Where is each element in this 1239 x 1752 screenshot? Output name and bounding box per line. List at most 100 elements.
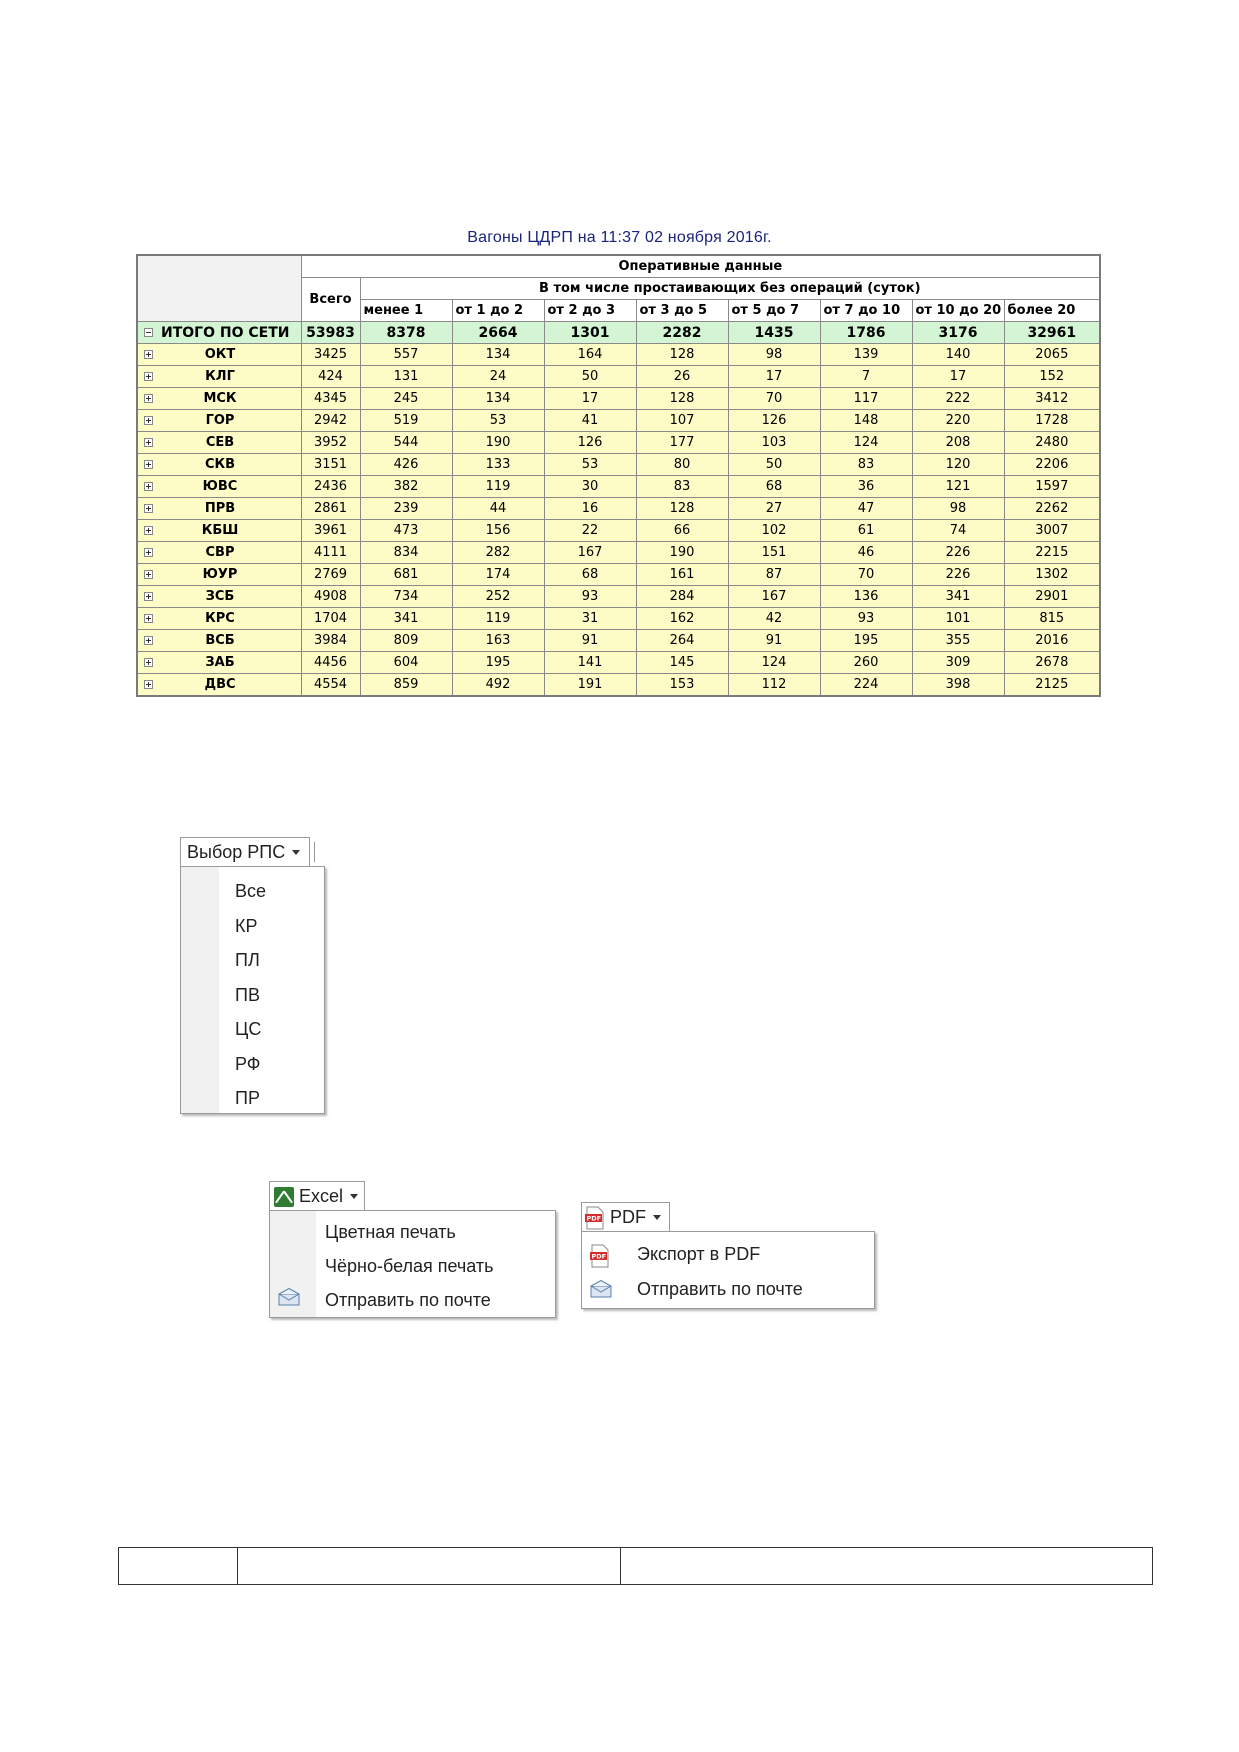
row-header: ОКТ <box>136 343 302 366</box>
table-cell: 32961 <box>1003 321 1101 344</box>
table-cell: 22 <box>543 519 637 542</box>
expand-icon[interactable] <box>144 548 153 557</box>
row-header: КРС <box>136 607 302 630</box>
row-label: СКВ <box>204 457 236 472</box>
excel-color-print-item[interactable]: Цветная печать <box>325 1222 456 1243</box>
table-row: МСК 4345 245 134 17 128 70 117 222 3412 <box>136 387 1101 410</box>
svg-text:PDF: PDF <box>587 1214 602 1222</box>
table-row: ОКТ 3425 557 134 164 128 98 139 140 2065 <box>136 343 1101 366</box>
table-cell: 557 <box>359 343 453 366</box>
expand-icon[interactable] <box>144 372 153 381</box>
excel-bw-print-item[interactable]: Чёрно-белая печать <box>325 1256 494 1277</box>
table-cell: 47 <box>819 497 913 520</box>
table-cell: 208 <box>911 431 1005 454</box>
table-cell: 834 <box>359 541 453 564</box>
table-cell: 145 <box>635 651 729 674</box>
rps-option[interactable]: ПВ <box>235 985 260 1006</box>
table-cell: 2678 <box>1003 651 1101 674</box>
rps-option[interactable]: Все <box>235 881 266 902</box>
table-cell: 2942 <box>300 409 361 432</box>
table-cell: 36 <box>819 475 913 498</box>
table-cell: 2065 <box>1003 343 1101 366</box>
table-cell: 3952 <box>300 431 361 454</box>
table-cell: 226 <box>911 563 1005 586</box>
table-cell: 3425 <box>300 343 361 366</box>
table-cell: 492 <box>451 673 545 697</box>
table-cell: 161 <box>635 563 729 586</box>
expand-icon[interactable] <box>144 460 153 469</box>
row-label: ИТОГО ПО СЕТИ <box>161 324 290 341</box>
rps-option[interactable]: ПР <box>235 1088 260 1109</box>
table-cell: 519 <box>359 409 453 432</box>
table-cell: 117 <box>819 387 913 410</box>
excel-send-mail-item[interactable]: Отправить по почте <box>325 1290 491 1311</box>
table-cell: 164 <box>543 343 637 366</box>
expand-icon[interactable] <box>144 394 153 403</box>
table-row: ЗАБ 4456 604 195 141 145 124 260 309 2678 <box>136 651 1101 674</box>
pdf-send-mail-item[interactable]: Отправить по почте <box>637 1279 803 1300</box>
table-cell: 140 <box>911 343 1005 366</box>
expand-icon[interactable] <box>144 636 153 645</box>
table-cell: 136 <box>819 585 913 608</box>
table-cell: 191 <box>543 673 637 697</box>
table-row: КЛГ 424 131 24 50 26 17 7 17 152 <box>136 365 1101 388</box>
row-label: ЮУР <box>202 567 238 582</box>
table-cell: 2215 <box>1003 541 1101 564</box>
table-cell: 128 <box>635 343 729 366</box>
table-cell: 195 <box>819 629 913 652</box>
rps-option[interactable]: КР <box>235 916 258 937</box>
table-cell: 74 <box>911 519 1005 542</box>
table-cell: 426 <box>359 453 453 476</box>
table-cell: 148 <box>819 409 913 432</box>
table-cell: 126 <box>727 409 821 432</box>
table-cell: 68 <box>543 563 637 586</box>
table-cell: 282 <box>451 541 545 564</box>
table-cell: 50 <box>543 365 637 388</box>
rps-select-button[interactable]: Выбор РПС <box>180 837 310 867</box>
table-cell: 112 <box>727 673 821 697</box>
menu-gutter <box>181 867 219 1113</box>
pdf-export-button[interactable]: PDF PDF <box>581 1202 670 1232</box>
expand-icon[interactable] <box>144 504 153 513</box>
excel-export-button[interactable]: Excel <box>269 1181 365 1211</box>
table-cell: 4456 <box>300 651 361 674</box>
column-header: от 1 до 2 <box>451 299 545 322</box>
rps-option[interactable]: ЦС <box>235 1019 261 1040</box>
expand-icon[interactable] <box>144 570 153 579</box>
expand-icon[interactable] <box>144 658 153 667</box>
expand-icon[interactable] <box>144 680 153 689</box>
table-cell: 50 <box>727 453 821 476</box>
table-cell: 17 <box>543 387 637 410</box>
expand-icon[interactable] <box>144 482 153 491</box>
table-cell: 424 <box>300 365 361 388</box>
chevron-down-icon <box>292 850 301 855</box>
table-cell: 83 <box>819 453 913 476</box>
excel-button-label: Excel <box>299 1186 344 1206</box>
expand-icon[interactable] <box>144 614 153 623</box>
row-label: СВР <box>205 545 235 560</box>
expand-icon[interactable] <box>144 526 153 535</box>
table-cell: 734 <box>359 585 453 608</box>
collapse-icon[interactable] <box>144 328 153 337</box>
table-cell: 1786 <box>819 321 913 344</box>
table-cell: 4111 <box>300 541 361 564</box>
table-cell: 190 <box>451 431 545 454</box>
row-header: СЕВ <box>136 431 302 454</box>
expand-icon[interactable] <box>144 592 153 601</box>
expand-icon[interactable] <box>144 416 153 425</box>
table-row: КРС 1704 341 119 31 162 42 93 101 815 <box>136 607 1101 630</box>
expand-icon[interactable] <box>144 350 153 359</box>
pdf-dropdown-menu: PDF Экспорт в PDF Отправить по почте <box>581 1231 875 1309</box>
row-header: СВР <box>136 541 302 564</box>
rps-option[interactable]: РФ <box>235 1054 261 1075</box>
rps-option[interactable]: ПЛ <box>235 950 260 971</box>
table-cell: 245 <box>359 387 453 410</box>
table-cell: 119 <box>451 607 545 630</box>
table-cell: 16 <box>543 497 637 520</box>
table-cell: 80 <box>635 453 729 476</box>
row-header: ПРВ <box>136 497 302 520</box>
expand-icon[interactable] <box>144 438 153 447</box>
table-cell: 68 <box>727 475 821 498</box>
table-cell: 2206 <box>1003 453 1101 476</box>
pdf-export-item[interactable]: Экспорт в PDF <box>637 1244 760 1265</box>
